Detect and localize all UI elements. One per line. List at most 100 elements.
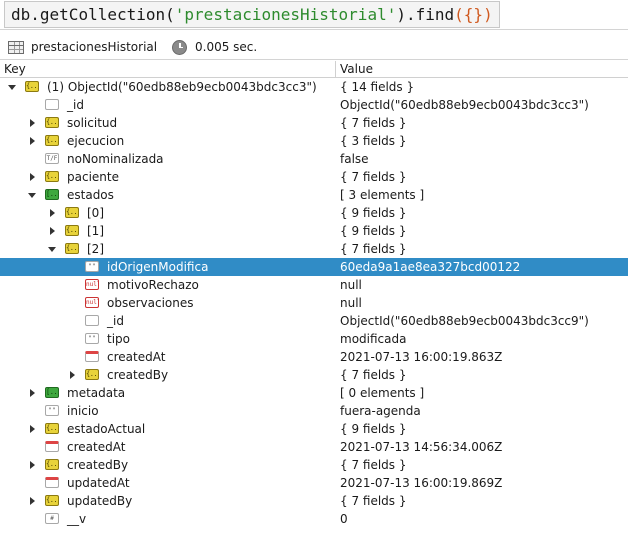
string-icon: "" — [45, 405, 59, 416]
tree-row[interactable]: createdBy { 7 fields } — [0, 366, 628, 384]
expand-arrow-icon[interactable] — [30, 137, 35, 145]
tree-row[interactable]: null motivoRechazo null — [0, 276, 628, 294]
row-key: __v — [67, 512, 87, 526]
tree-row[interactable]: solicitud { 7 fields } — [0, 114, 628, 132]
object-icon — [65, 207, 79, 218]
row-key: solicitud — [67, 116, 118, 130]
tree-row[interactable]: [1] { 9 fields } — [0, 222, 628, 240]
row-value: ObjectId("60edb88eb9ecb0043bdc3cc3") — [340, 98, 589, 112]
date-icon — [45, 477, 59, 488]
object-icon — [45, 423, 59, 434]
row-key: createdBy — [67, 458, 129, 472]
string-icon: "" — [85, 261, 99, 272]
tree-row[interactable]: createdBy { 7 fields } — [0, 456, 628, 474]
tree-row[interactable]: [0] { 9 fields } — [0, 204, 628, 222]
tree-row[interactable]: updatedBy { 7 fields } — [0, 492, 628, 510]
query-db: db — [11, 5, 31, 24]
expand-arrow-icon[interactable] — [70, 371, 75, 379]
tree-row[interactable]: _id ObjectId("60edb88eb9ecb0043bdc3cc3") — [0, 96, 628, 114]
tree-row[interactable]: "" inicio fuera-agenda — [0, 402, 628, 420]
row-key: createdBy — [107, 368, 169, 382]
expand-arrow-icon[interactable] — [30, 461, 35, 469]
row-key: tipo — [107, 332, 130, 346]
objectid-icon — [45, 99, 59, 110]
row-value: { 9 fields } — [340, 422, 407, 436]
collapse-arrow-icon[interactable] — [8, 85, 16, 90]
collection-info[interactable]: prestacionesHistorial — [8, 38, 157, 56]
row-value: { 9 fields } — [340, 206, 407, 220]
object-icon — [65, 225, 79, 236]
row-value: 2021-07-13 16:00:19.863Z — [340, 350, 503, 364]
tree-row[interactable]: createdAt 2021-07-13 16:00:19.863Z — [0, 348, 628, 366]
tree-row[interactable]: ejecucion { 3 fields } — [0, 132, 628, 150]
tree-row[interactable]: "" tipo modificada — [0, 330, 628, 348]
tree-row[interactable]: createdAt 2021-07-13 14:56:34.006Z — [0, 438, 628, 456]
query-paren-open: ( — [165, 5, 175, 24]
query-bar: db.getCollection('prestacionesHistorial'… — [0, 0, 628, 30]
object-icon — [45, 171, 59, 182]
query-editor[interactable]: db.getCollection('prestacionesHistorial'… — [4, 1, 500, 28]
document-tree: (1) ObjectId("60edb88eb9ecb0043bdc3cc3")… — [0, 78, 628, 528]
table-icon — [8, 40, 24, 54]
date-icon — [85, 351, 99, 362]
expand-arrow-icon[interactable] — [30, 497, 35, 505]
collection-name: prestacionesHistorial — [31, 40, 158, 54]
row-value: { 7 fields } — [340, 458, 407, 472]
string-icon: "" — [85, 333, 99, 344]
tree-row-document[interactable]: (1) ObjectId("60edb88eb9ecb0043bdc3cc3")… — [0, 78, 628, 96]
row-key: [2] — [87, 242, 104, 256]
expand-arrow-icon[interactable] — [50, 209, 55, 217]
row-key: idOrigenModifica — [107, 260, 209, 274]
tree-row[interactable]: metadata [ 0 elements ] — [0, 384, 628, 402]
collapse-arrow-icon[interactable] — [48, 247, 56, 252]
object-icon — [65, 243, 79, 254]
expand-arrow-icon[interactable] — [30, 119, 35, 127]
tree-row[interactable]: estadoActual { 9 fields } — [0, 420, 628, 438]
row-key: ejecucion — [67, 134, 125, 148]
tree-row[interactable]: estados [ 3 elements ] — [0, 186, 628, 204]
boolean-icon: T/F — [45, 153, 59, 164]
row-value: [ 3 elements ] — [340, 188, 425, 202]
collapse-arrow-icon[interactable] — [28, 193, 36, 198]
tree-row[interactable]: [2] { 7 fields } — [0, 240, 628, 258]
expand-arrow-icon[interactable] — [30, 425, 35, 433]
row-key: noNominalizada — [67, 152, 164, 166]
tree-row[interactable]: # __v 0 — [0, 510, 628, 528]
expand-arrow-icon[interactable] — [50, 227, 55, 235]
row-value: null — [340, 296, 362, 310]
column-divider[interactable] — [335, 61, 336, 78]
expand-arrow-icon[interactable] — [30, 389, 35, 397]
tree-row-selected[interactable]: "" idOrigenModifica 60eda9a1ae8ea327bcd0… — [0, 258, 628, 276]
row-key: metadata — [67, 386, 126, 400]
row-value: modificada — [340, 332, 407, 346]
date-icon — [45, 441, 59, 452]
object-icon — [45, 459, 59, 470]
row-key: _id — [67, 98, 84, 112]
row-key: createdAt — [67, 440, 126, 454]
query-paren-close: ) — [483, 5, 493, 24]
query-fn-find: find — [415, 5, 455, 24]
tree-row[interactable]: _id ObjectId("60edb88eb9ecb0043bdc3cc9") — [0, 312, 628, 330]
null-icon: null — [85, 297, 99, 308]
row-value: 2021-07-13 14:56:34.006Z — [340, 440, 503, 454]
query-dot: . — [30, 5, 40, 24]
array-icon — [45, 189, 59, 200]
tree-row[interactable]: paciente { 7 fields } — [0, 168, 628, 186]
row-key: estadoActual — [67, 422, 146, 436]
column-header-value[interactable]: Value — [340, 62, 373, 76]
row-key: updatedBy — [67, 494, 133, 508]
expand-arrow-icon[interactable] — [30, 173, 35, 181]
row-value: [ 0 elements ] — [340, 386, 425, 400]
tree-row[interactable]: null observaciones null — [0, 294, 628, 312]
object-icon — [45, 135, 59, 146]
objectid-icon — [85, 315, 99, 326]
column-header-key[interactable]: Key — [4, 62, 26, 76]
row-value: { 9 fields } — [340, 224, 407, 238]
timing-info: 0.005 sec. — [172, 38, 257, 56]
tree-row[interactable]: updatedAt 2021-07-13 16:00:19.869Z — [0, 474, 628, 492]
row-value: null — [340, 278, 362, 292]
tree-row[interactable]: T/F noNominalizada false — [0, 150, 628, 168]
row-value: false — [340, 152, 369, 166]
number-icon: # — [45, 513, 59, 524]
row-value: 0 — [340, 512, 348, 526]
